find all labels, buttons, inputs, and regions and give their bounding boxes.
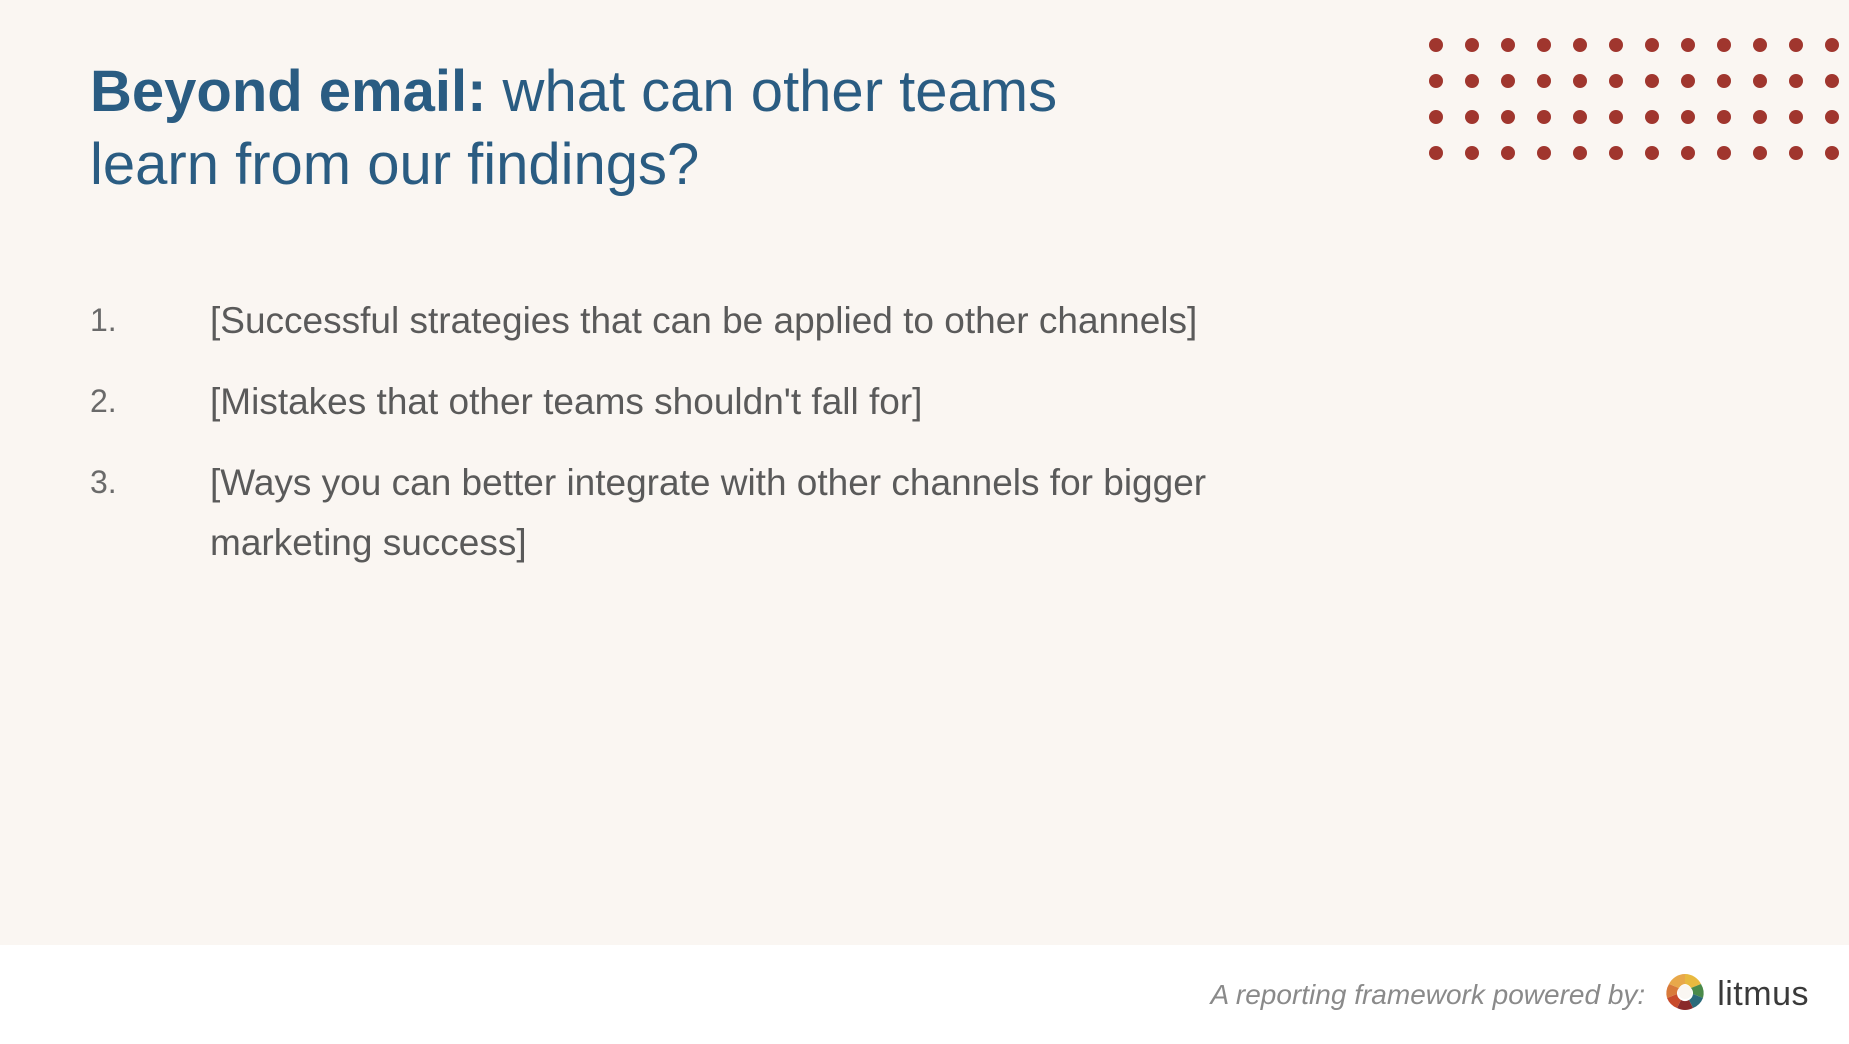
list-item: 1. [Successful strategies that can be ap… [90, 291, 1290, 350]
title-bold: Beyond email: [90, 59, 486, 124]
slide-body: Beyond email: what can other teams learn… [0, 0, 1849, 945]
decoration-dot [1501, 146, 1515, 160]
decoration-dot [1717, 38, 1731, 52]
decoration-dot [1645, 110, 1659, 124]
decoration-dot [1573, 74, 1587, 88]
decoration-dot [1825, 74, 1839, 88]
logo-text: litmus [1717, 975, 1809, 1014]
decoration-dot [1825, 110, 1839, 124]
decoration-dot [1465, 38, 1479, 52]
decoration-dot [1501, 110, 1515, 124]
decoration-dot [1789, 146, 1803, 160]
list-number: 2. [90, 372, 210, 427]
decoration-dot [1465, 110, 1479, 124]
decoration-dot [1609, 38, 1623, 52]
decoration-dot [1573, 38, 1587, 52]
decoration-dot [1645, 74, 1659, 88]
list-text: [Successful strategies that can be appli… [210, 291, 1290, 350]
decoration-dot [1789, 38, 1803, 52]
decoration-dot [1537, 38, 1551, 52]
list-text: [Mistakes that other teams shouldn't fal… [210, 372, 1290, 431]
decoration-dot [1537, 110, 1551, 124]
decoration-dot [1717, 146, 1731, 160]
decoration-dot [1537, 74, 1551, 88]
decoration-dot [1645, 146, 1659, 160]
decoration-dot [1465, 74, 1479, 88]
decoration-dot [1717, 74, 1731, 88]
decoration-dot [1753, 38, 1767, 52]
footer-text: A reporting framework powered by: [1210, 979, 1645, 1011]
list-item: 2. [Mistakes that other teams shouldn't … [90, 372, 1290, 431]
logo: litmus [1663, 970, 1809, 1019]
numbered-list: 1. [Successful strategies that can be ap… [90, 291, 1290, 572]
decoration-dot [1609, 110, 1623, 124]
decoration-dot [1681, 38, 1695, 52]
decoration-dot [1789, 74, 1803, 88]
decoration-dot [1429, 74, 1443, 88]
list-item: 3. [Ways you can better integrate with o… [90, 453, 1290, 571]
decoration-dot [1573, 146, 1587, 160]
decoration-dot [1681, 110, 1695, 124]
decoration-dot [1645, 38, 1659, 52]
slide-title: Beyond email: what can other teams learn… [90, 56, 1170, 201]
decoration-dot [1753, 110, 1767, 124]
decoration-dot [1789, 110, 1803, 124]
litmus-logo-icon [1663, 970, 1707, 1019]
footer: A reporting framework powered by: litmus [0, 945, 1849, 1044]
decoration-dot [1429, 146, 1443, 160]
decoration-dot [1429, 110, 1443, 124]
decoration-dot [1753, 74, 1767, 88]
decoration-dot [1537, 146, 1551, 160]
decoration-dot [1429, 38, 1443, 52]
decoration-dot [1501, 74, 1515, 88]
list-number: 3. [90, 453, 210, 508]
decoration-dot [1609, 146, 1623, 160]
decoration-dot [1681, 146, 1695, 160]
decoration-dot [1753, 146, 1767, 160]
decoration-dot [1825, 146, 1839, 160]
decoration-dot [1573, 110, 1587, 124]
decoration-dot [1609, 74, 1623, 88]
dot-grid-decoration [1429, 38, 1839, 160]
list-text: [Ways you can better integrate with othe… [210, 453, 1290, 571]
decoration-dot [1501, 38, 1515, 52]
list-number: 1. [90, 291, 210, 346]
decoration-dot [1681, 74, 1695, 88]
decoration-dot [1825, 38, 1839, 52]
decoration-dot [1717, 110, 1731, 124]
decoration-dot [1465, 146, 1479, 160]
